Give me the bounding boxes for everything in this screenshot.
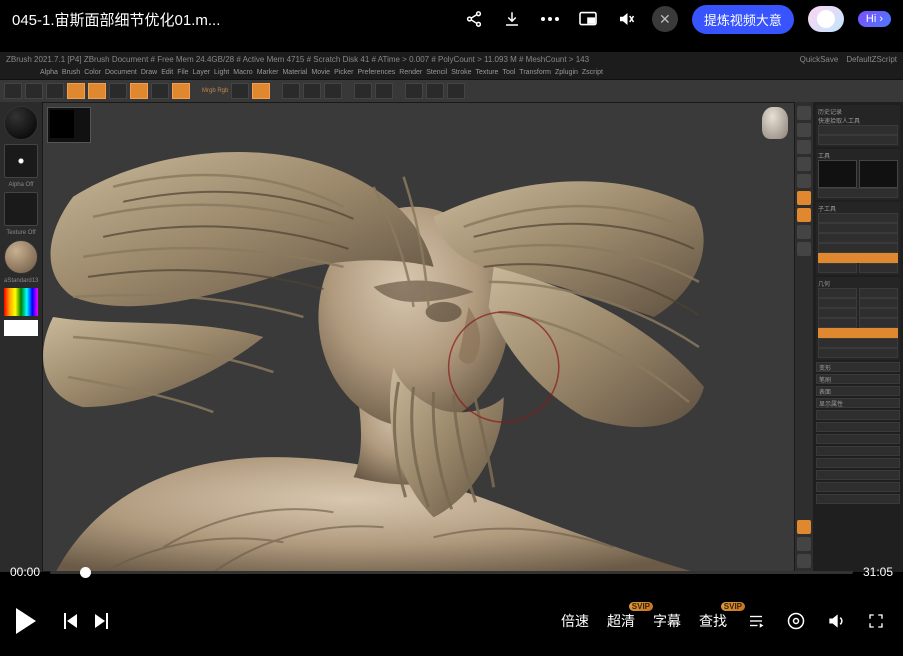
zbrush-statusbar: ZBrush 2021.7.1 [P4] ZBrush Document # F… <box>0 52 903 66</box>
extract-summary-button[interactable]: 提炼视频大意 <box>692 5 794 34</box>
video-title: 045-1.宙斯面部细节优化01.m... <box>12 9 448 30</box>
sculpt-illustration <box>13 123 714 571</box>
progress-thumb[interactable] <box>80 567 91 578</box>
zbrush-canvas <box>42 102 795 572</box>
browser-titlebar: 045-1.宙斯面部细节优化01.m... ✕ 提炼视频大意 Hi › <box>0 0 903 38</box>
panel-hdr-surface: 表面 <box>816 386 900 396</box>
quicksave-label: QuickSave <box>800 55 839 64</box>
pip-icon[interactable] <box>576 7 600 31</box>
panel-hdr-deform: 变形 <box>816 362 900 372</box>
prev-button[interactable] <box>64 613 77 629</box>
find-button[interactable]: 查找SVIP <box>699 611 727 631</box>
time-total: 31:05 <box>863 565 893 579</box>
progress-row: 00:00 31:05 <box>0 558 903 586</box>
panel-hdr-history: 历史记录 <box>818 107 898 116</box>
fullscreen-icon[interactable] <box>865 610 887 632</box>
subtitle-button[interactable]: 字幕 <box>653 611 681 631</box>
next-button[interactable] <box>95 613 108 629</box>
hi-badge[interactable]: Hi › <box>858 11 891 27</box>
play-button[interactable] <box>16 608 36 634</box>
quality-button[interactable]: 超清SVIP <box>607 611 635 631</box>
playlist-icon[interactable] <box>745 610 767 632</box>
panel-hdr-subtool: 子工具 <box>818 204 898 213</box>
assistant-avatar[interactable] <box>808 6 844 32</box>
panel-hdr-geometry: 几何 <box>818 279 898 288</box>
zbrush-right-panel: 历史记录 快速拾取人工具 工具 子工具 几何 <box>813 102 903 572</box>
zbrush-app: ZBrush 2021.7.1 [P4] ZBrush Document # F… <box>0 52 903 572</box>
video-viewport[interactable]: ZBrush 2021.7.1 [P4] ZBrush Document # F… <box>0 38 903 586</box>
panel-hdr-display: 显示属性 <box>816 398 900 408</box>
more-icon[interactable] <box>538 7 562 31</box>
download-icon[interactable] <box>500 7 524 31</box>
progress-track[interactable] <box>50 571 853 574</box>
mute-icon[interactable] <box>614 7 638 31</box>
zbrush-right-rail <box>795 102 813 572</box>
panel-hdr-brush: 笔刷 <box>816 374 900 384</box>
panel-hdr-tool: 工具 <box>818 151 898 160</box>
zbrush-menubar: AlphaBrushColorDocumentDrawEditFileLayer… <box>0 66 903 80</box>
defaultzscript-label: DefaultZScript <box>846 55 897 64</box>
settings-icon[interactable] <box>785 610 807 632</box>
player-controls: 倍速 超清SVIP 字幕 查找SVIP <box>0 586 903 656</box>
zbrush-status-text: ZBrush 2021.7.1 [P4] ZBrush Document # F… <box>6 55 589 64</box>
speed-button[interactable]: 倍速 <box>561 611 589 631</box>
share-icon[interactable] <box>462 7 486 31</box>
zbrush-shelf: Mrgb Rgb <box>0 80 903 102</box>
close-icon[interactable]: ✕ <box>652 6 678 32</box>
reference-head <box>762 107 788 139</box>
time-current: 00:00 <box>10 565 40 579</box>
panel-hdr-quickpick: 快速拾取人工具 <box>818 116 898 125</box>
volume-icon[interactable] <box>825 610 847 632</box>
